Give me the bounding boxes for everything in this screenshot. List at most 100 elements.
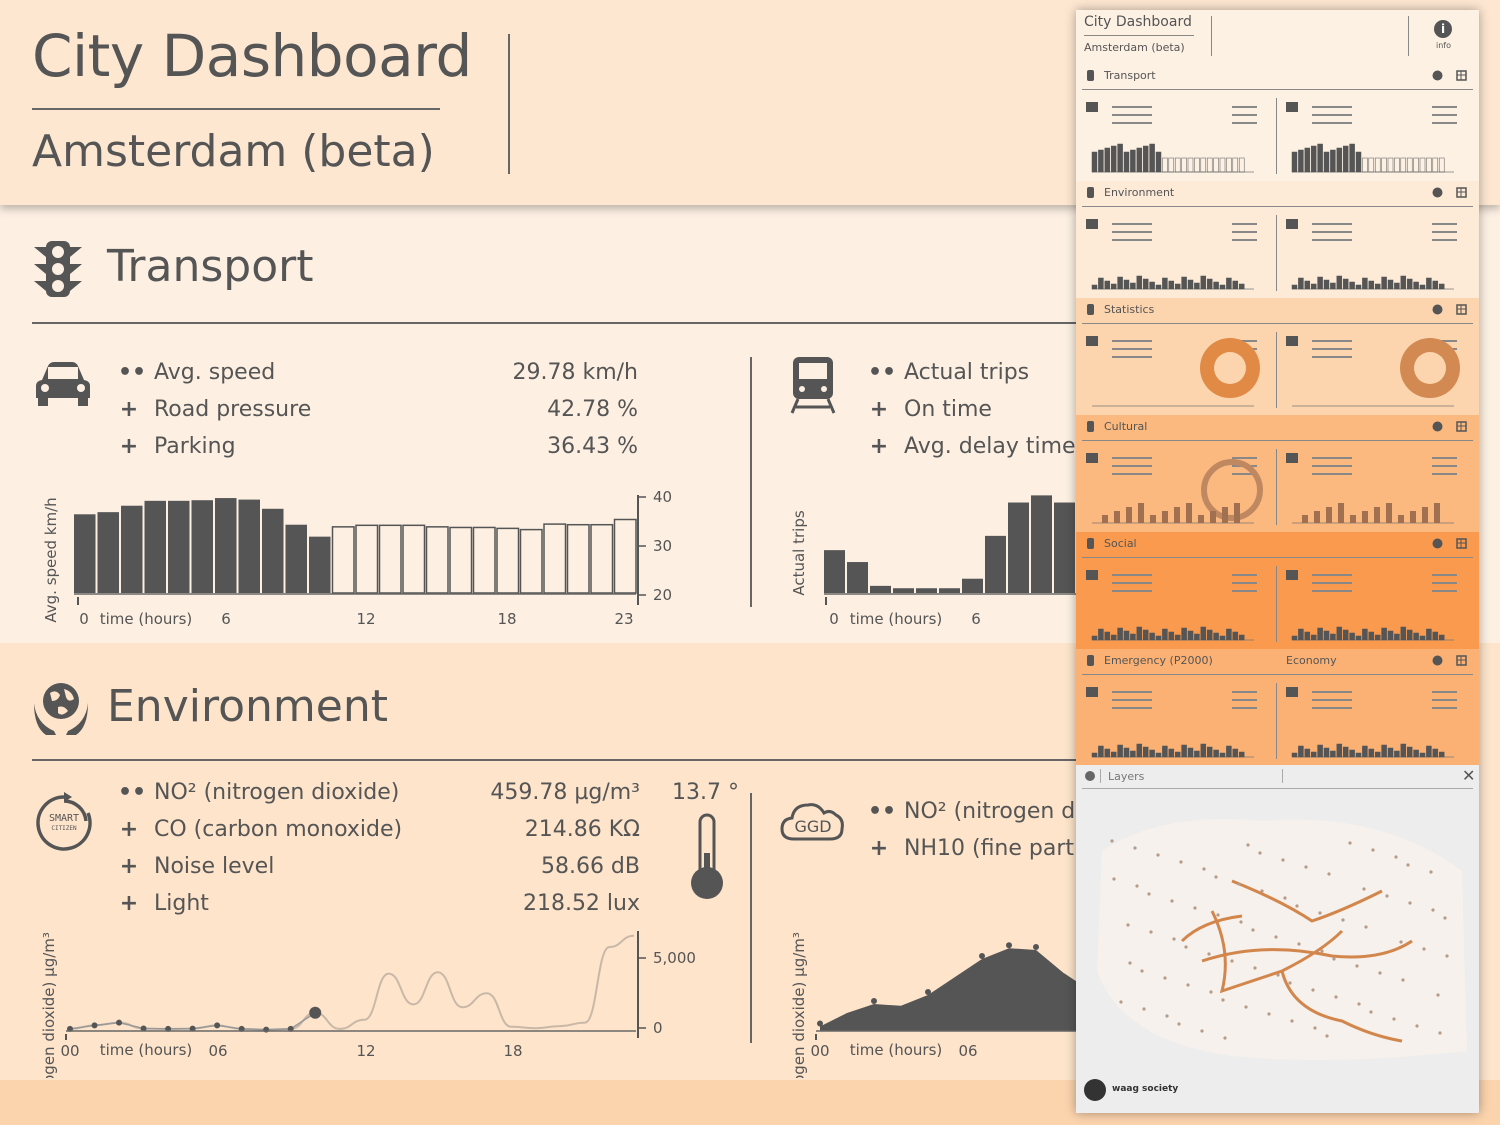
mini-bar [1187, 747, 1194, 758]
mini-value [1432, 582, 1457, 584]
info-icon[interactable] [1432, 304, 1443, 315]
mini-bar [1181, 276, 1187, 290]
mini-bar [1136, 743, 1143, 758]
speed-bar [425, 526, 449, 594]
metric-bullet[interactable]: + [118, 891, 140, 916]
preview-section[interactable]: Emergency (P2000) Economy [1076, 649, 1479, 766]
metric-bullet[interactable]: + [118, 817, 140, 842]
mini-value [1432, 231, 1457, 233]
preview-section-title: Emergency (P2000) [1104, 654, 1213, 667]
mini-bar [1226, 157, 1232, 173]
mini-bar [1326, 507, 1332, 523]
mini-value [1232, 691, 1257, 693]
metric-bullet[interactable]: + [118, 434, 140, 459]
actual-trips-chart: 0 6 time (hours) Actual trips [790, 495, 1076, 628]
info-icon[interactable] [1432, 655, 1443, 666]
metric-bullet: •• [118, 360, 147, 385]
preview-section-header: Cultural [1082, 415, 1473, 441]
mini-bar [1117, 143, 1123, 173]
map-poi [1283, 896, 1287, 900]
metric-bullet[interactable]: + [118, 397, 140, 422]
mini-text [1112, 699, 1152, 701]
mini-bar [1317, 143, 1323, 173]
preview-section[interactable]: Statistics [1076, 298, 1479, 415]
map-poi [1304, 865, 1308, 869]
mini-bar [1232, 748, 1239, 758]
mini-bar [1413, 157, 1419, 173]
ggd-point [871, 998, 877, 1004]
mini-bar [1136, 147, 1143, 173]
close-icon[interactable]: ✕ [1462, 766, 1475, 785]
mini-text [1112, 223, 1152, 225]
mini-bar [1138, 503, 1144, 523]
map-poi [1443, 916, 1447, 920]
icon-text-line: CITIZEN [51, 825, 77, 832]
mini-bar [1426, 628, 1432, 641]
info-icon[interactable]: i [1434, 20, 1452, 38]
map-poi [1355, 964, 1359, 968]
mini-icon [1286, 453, 1298, 463]
city-map[interactable] [1082, 791, 1473, 1066]
y-axis-label: ogen dioxide) µg/m³ [790, 932, 808, 1078]
mini-bar [1355, 284, 1362, 290]
map-poi [1436, 993, 1440, 997]
map-icon[interactable] [1456, 538, 1467, 549]
map-icon[interactable] [1456, 70, 1467, 81]
metric-bullet[interactable]: + [868, 434, 890, 459]
speed-bar [191, 500, 213, 593]
preview-section[interactable]: Cultural [1076, 415, 1479, 532]
map-poi [1179, 860, 1183, 864]
mini-bar [1142, 746, 1149, 758]
mini-bar [1310, 751, 1317, 758]
environment-section-header[interactable]: Environment [32, 673, 1076, 761]
mini-bar [1310, 283, 1317, 290]
mini-text [1312, 574, 1352, 576]
mini-bar [1323, 151, 1330, 173]
map-icon[interactable] [1456, 421, 1467, 432]
smart-citizen-metrics: •• NO² (nitrogen dioxide) 459.78 µg/m³ +… [118, 780, 642, 930]
metric-bullet[interactable]: + [118, 854, 140, 879]
mini-bar [1362, 628, 1368, 641]
map-icon[interactable] [1456, 655, 1467, 666]
mini-value [1432, 473, 1457, 475]
mini-bar [1219, 157, 1226, 173]
mini-bar [1234, 503, 1240, 523]
trips-bar [939, 588, 960, 593]
metric-bullet[interactable]: + [868, 397, 890, 422]
metric-label: Avg. delay time [904, 434, 1076, 459]
preview-section[interactable]: Social [1076, 532, 1479, 649]
preview-subtitle: Amsterdam (beta) [1084, 41, 1185, 54]
preview-section[interactable]: Environment [1076, 181, 1479, 298]
metric-label: Light [154, 891, 209, 916]
mini-bar [1187, 279, 1194, 290]
map-poi [1364, 925, 1368, 929]
mini-value [1232, 582, 1257, 584]
speed-bar [74, 514, 96, 593]
mini-bar [1314, 511, 1320, 523]
metric-bullet[interactable]: + [868, 836, 890, 861]
ggd-point [817, 1020, 823, 1027]
map-icon[interactable] [1456, 304, 1467, 315]
mini-bar [1222, 507, 1228, 523]
map-icon[interactable] [1456, 187, 1467, 198]
dashboard-preview-panel[interactable]: City Dashboard Amsterdam (beta) i info T… [1076, 10, 1479, 1113]
mini-text [1112, 106, 1152, 108]
speed-bar [309, 536, 331, 593]
info-icon[interactable] [1432, 70, 1443, 81]
mini-bar [1168, 280, 1175, 290]
info-icon[interactable] [1432, 538, 1443, 549]
preview-section[interactable]: Transport [1076, 64, 1479, 181]
mini-text [1312, 231, 1352, 233]
mini-icon [1086, 219, 1098, 229]
speed-bar [613, 518, 637, 594]
no2-point [91, 1022, 98, 1029]
mini-text [1112, 473, 1152, 475]
mini-bar [1168, 157, 1175, 173]
info-icon[interactable] [1432, 187, 1443, 198]
info-icon[interactable] [1432, 421, 1443, 432]
mini-bar [1291, 752, 1298, 758]
y-tick-label: 5,000 [653, 949, 696, 967]
mini-bar [1406, 157, 1413, 173]
speed-bar [168, 500, 190, 593]
transport-section-header[interactable]: Transport [32, 235, 1076, 324]
